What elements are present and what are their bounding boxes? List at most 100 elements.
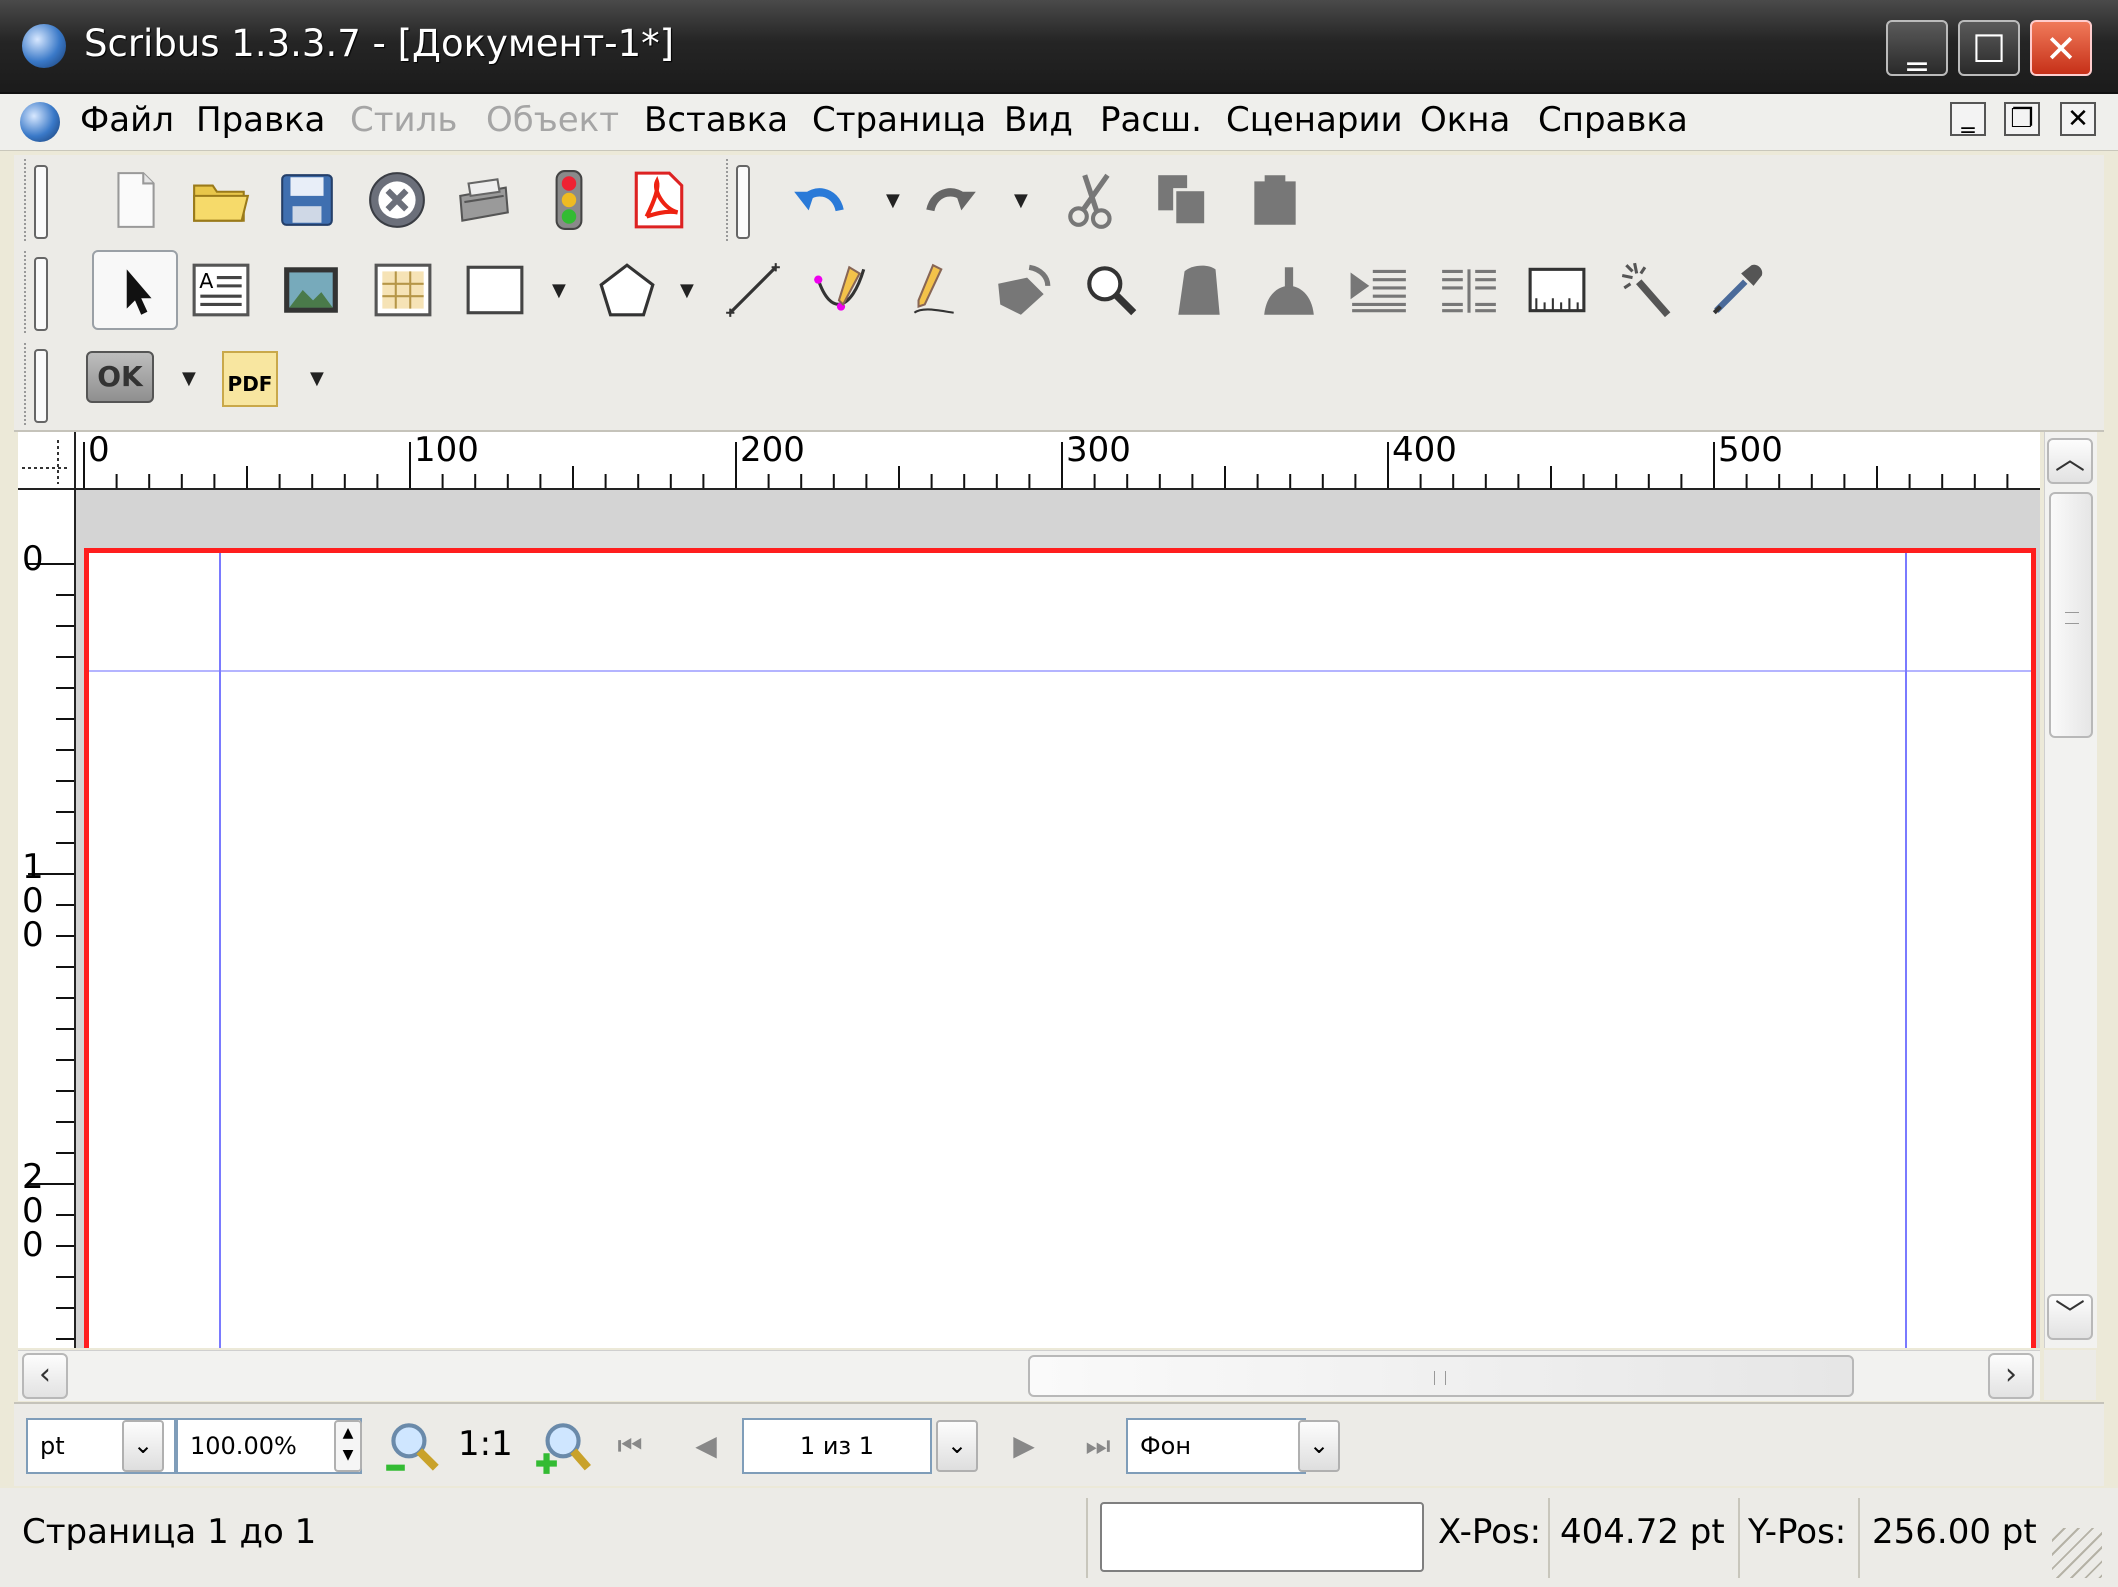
menu-file[interactable]: Файл: [80, 100, 174, 140]
save-icon[interactable]: [272, 165, 342, 235]
zoom-out-icon[interactable]: [376, 1412, 446, 1482]
status-bar: Страница 1 до 1 X-Pos: 404.72 pt Y-Pos: …: [0, 1488, 2118, 1587]
menu-scripts[interactable]: Сценарии: [1226, 100, 1403, 140]
left-margin-guide: [219, 553, 221, 1348]
window-title: Scribus 1.3.3.7 - [Документ-1*]: [84, 22, 675, 65]
text-frame-icon[interactable]: A: [186, 255, 256, 325]
pdf-annotation-icon[interactable]: PDF: [222, 351, 278, 407]
view-controls-bar: pt ⌄ 100.00% ▲ ▼ 1:1 ⏮ ◀ 1 из 1 ⌄ ▶ ⏭ Фон…: [14, 1402, 2104, 1486]
redo-icon[interactable]: [916, 165, 986, 235]
paste-icon: [1240, 165, 1310, 235]
layer-dropdown-button[interactable]: ⌄: [1298, 1420, 1340, 1472]
undo-icon[interactable]: [784, 165, 854, 235]
undo-dropdown-arrow[interactable]: ▼: [886, 165, 902, 235]
copy-icon: [1148, 165, 1218, 235]
freehand-line-icon[interactable]: [898, 255, 968, 325]
image-frame-icon[interactable]: [276, 255, 346, 325]
print-icon[interactable]: [448, 165, 518, 235]
menu-page[interactable]: Страница: [812, 100, 986, 140]
vertical-scroll-thumb[interactable]: [2049, 492, 2093, 738]
scroll-left-button[interactable]: ‹: [22, 1353, 68, 1399]
progress-field: [1100, 1502, 1424, 1572]
vruler-label-0: 0: [22, 539, 44, 579]
vertical-ruler[interactable]: 0 1 0 0 2 0 0: [18, 488, 76, 1348]
ruler-label-400: 400: [1392, 430, 1457, 470]
redo-dropdown-arrow[interactable]: ▼: [1014, 165, 1030, 235]
scroll-right-button[interactable]: ›: [1988, 1353, 2034, 1399]
close-document-icon[interactable]: [362, 165, 432, 235]
document-page[interactable]: [84, 548, 2036, 1348]
status-divider: [1858, 1498, 1860, 1578]
minimize-button[interactable]: ‗: [1886, 20, 1948, 76]
zoom-spinner[interactable]: ▲ ▼: [334, 1420, 362, 1472]
zoom-1to1-button[interactable]: 1:1: [458, 1424, 513, 1464]
menu-item: Объект: [486, 100, 620, 140]
zoom-in-icon[interactable]: [526, 1412, 596, 1482]
select-pointer-icon[interactable]: [100, 255, 170, 325]
horizontal-scrollbar[interactable]: ‹ ›: [18, 1350, 2040, 1401]
zoom-magnifier-icon[interactable]: [1076, 255, 1146, 325]
page-select[interactable]: 1 из 1: [742, 1418, 932, 1474]
toolbar-grip[interactable]: [24, 343, 48, 425]
menu-style: Стиль: [350, 100, 458, 140]
toolbar-grip[interactable]: [24, 251, 48, 333]
menu-view[interactable]: Вид: [1004, 100, 1073, 140]
ruler-label-500: 500: [1718, 430, 1783, 470]
resize-grip[interactable]: [2052, 1528, 2102, 1578]
document-canvas[interactable]: [76, 490, 2040, 1348]
mdi-restore-button[interactable]: ❐: [2004, 102, 2040, 136]
scribus-app-icon[interactable]: [22, 24, 66, 68]
xpos-value: 404.72 pt: [1560, 1512, 1725, 1552]
polygon-icon[interactable]: [592, 255, 662, 325]
menu-help[interactable]: Справка: [1538, 100, 1688, 140]
copy-properties-wand-icon[interactable]: [1612, 255, 1682, 325]
menu-insert[interactable]: Вставка: [644, 100, 788, 140]
menu-extras[interactable]: Расш.: [1100, 100, 1202, 140]
open-folder-icon[interactable]: [186, 165, 256, 235]
eyedropper-icon[interactable]: [1702, 255, 1772, 325]
mdi-close-button[interactable]: ✕: [2060, 102, 2096, 136]
polygon-dropdown-arrow[interactable]: ▼: [680, 255, 696, 325]
measurements-ruler-icon[interactable]: [1522, 255, 1592, 325]
horizontal-scroll-thumb[interactable]: [1028, 1355, 1854, 1397]
preflight-verifier-icon[interactable]: [534, 165, 604, 235]
mdi-minimize-button[interactable]: ‗: [1950, 102, 1986, 136]
last-page-icon[interactable]: ⏭: [1074, 1418, 1122, 1474]
document-menu-icon[interactable]: [20, 102, 60, 142]
vruler-label-200: 2 0 0: [22, 1157, 44, 1265]
line-icon[interactable]: [718, 255, 788, 325]
page-dropdown-button[interactable]: ⌄: [936, 1420, 978, 1472]
next-page-icon[interactable]: ▶: [1000, 1418, 1048, 1474]
horizontal-ruler[interactable]: 0 100 200 300 400 500: [18, 430, 2040, 490]
shape-dropdown-arrow[interactable]: ▼: [552, 255, 568, 325]
vruler-label-100: 1 0 0: [22, 847, 44, 955]
shape-rectangle-icon[interactable]: [460, 255, 530, 325]
vertical-scrollbar[interactable]: ︿ ﹀: [2044, 432, 2097, 1348]
rotate-item-icon[interactable]: [988, 255, 1058, 325]
toolbars: ▼ ▼ A ▼ ▼ OK ▼ PDF ▼: [14, 155, 2104, 432]
toolbar-grip[interactable]: [24, 159, 48, 241]
cut-icon: [1058, 165, 1128, 235]
toolbar-grip[interactable]: [726, 159, 750, 241]
unit-dropdown-button[interactable]: ⌄: [122, 1420, 164, 1472]
scroll-down-button[interactable]: ﹀: [2047, 1294, 2093, 1340]
maximize-button[interactable]: ☐: [1958, 20, 2020, 76]
previous-page-icon[interactable]: ◀: [682, 1418, 730, 1474]
menu-edit[interactable]: Правка: [196, 100, 325, 140]
table-icon[interactable]: [368, 255, 438, 325]
ruler-label-100: 100: [414, 430, 479, 470]
scroll-up-button[interactable]: ︿: [2047, 438, 2093, 484]
pdf-tools-dropdown-arrow[interactable]: ▼: [182, 343, 198, 413]
close-button[interactable]: ✕: [2030, 20, 2092, 76]
first-page-icon[interactable]: ⏮: [606, 1418, 654, 1474]
menu-windows[interactable]: Окна: [1420, 100, 1510, 140]
pdf-annotation-dropdown-arrow[interactable]: ▼: [310, 343, 326, 413]
bezier-curve-icon[interactable]: [806, 255, 876, 325]
pdf-push-button-icon[interactable]: OK: [86, 351, 154, 403]
ruler-origin-corner[interactable]: [18, 432, 76, 490]
right-margin-guide: [1905, 553, 1907, 1348]
new-document-icon[interactable]: [100, 165, 170, 235]
title-bar: Scribus 1.3.3.7 - [Документ-1*] ‗ ☐ ✕: [0, 0, 2118, 94]
export-pdf-icon[interactable]: [624, 165, 694, 235]
layer-select[interactable]: Фон: [1126, 1418, 1306, 1474]
